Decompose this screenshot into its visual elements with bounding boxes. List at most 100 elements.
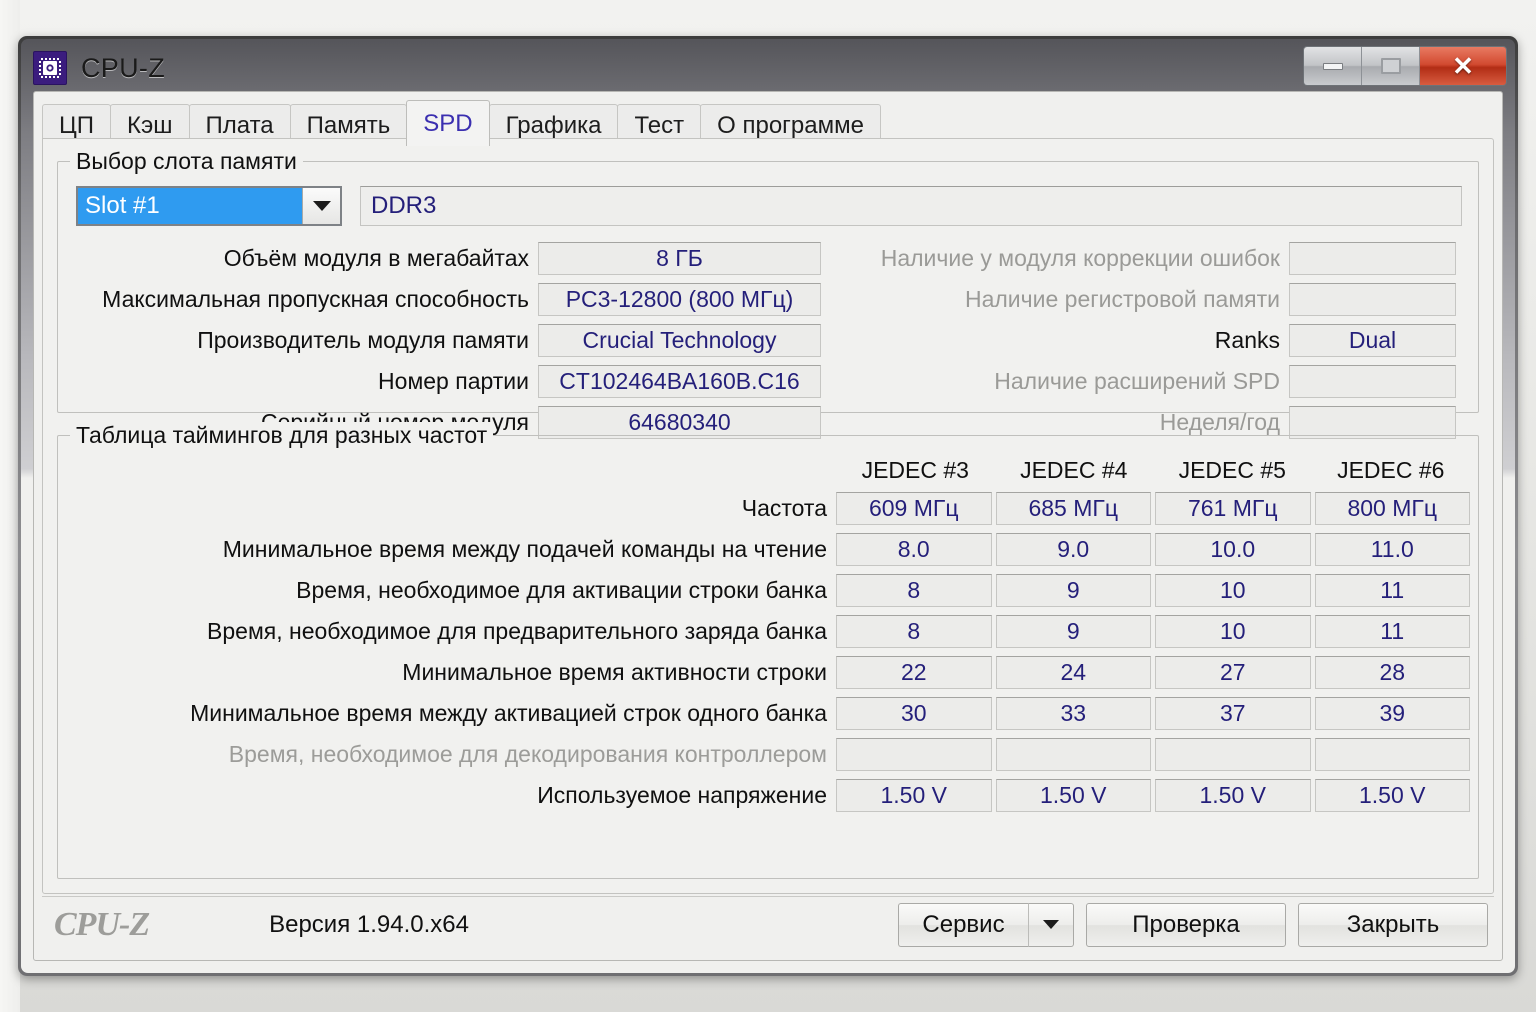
maximize-icon [1380,58,1401,74]
timings-cell-voltage-jedec5: 1.50 V [1155,779,1311,812]
col-header-jedec3: JEDEC #3 [861,456,969,483]
slot-select-value: Slot #1 [78,188,302,224]
timings-row-cas-latency-label: Минимальное время между подачей команды … [222,536,827,562]
timings-table: JEDEC #3 JEDEC #4 JEDEC #5 JEDEC #6 Част… [66,452,1470,870]
row-ecc: Наличие у модуля коррекции ошибок [834,242,1462,275]
row-registered: Наличие регистровой памяти [834,283,1462,316]
cpuz-window: CPU-Z ✕ ЦП Кэш Плата Память SPD Графика … [18,36,1518,976]
timings-row-voltage-label: Используемое напряжение [537,782,827,808]
timings-cell-rp-jedec3: 8 [836,615,992,648]
timings-cell-rc-jedec4: 33 [995,697,1151,730]
timings-row-rcd: Время, необходимое для активации строки … [66,570,1470,611]
cpuz-brand-logo: CPU-Z [54,905,150,943]
timings-cell-rc-jedec6: 39 [1314,697,1470,730]
window-title: CPU-Z [81,52,165,83]
timings-cell-rc-jedec3: 30 [836,697,992,730]
timings-cell-rp-jedec4: 9 [995,615,1151,648]
validate-button[interactable]: Проверка [1086,902,1286,947]
footer-button-group: Сервис Проверка Закрыть [898,902,1488,947]
timings-cell-cas-latency-jedec5: 10.0 [1155,533,1311,566]
timings-cell-cas-latency-jedec4: 9.0 [995,533,1151,566]
timings-row-voltage: Используемое напряжение 1.50 V 1.50 V 1.… [66,775,1470,816]
row-manufacturer-label: Производитель модуля памяти [197,327,529,353]
tools-dropdown-button[interactable] [1028,902,1074,947]
maximize-button[interactable] [1362,47,1420,85]
close-icon: ✕ [1452,51,1474,81]
timings-cell-voltage-jedec4: 1.50 V [995,779,1151,812]
row-part-number-value: CT102464BA160B.C16 [538,365,821,398]
row-registered-label: Наличие регистровой памяти [964,286,1280,312]
timings-cell-rp-jedec6: 11 [1314,615,1470,648]
window-controls: ✕ [1303,46,1507,86]
timings-row-rcd-label: Время, необходимое для активации строки … [296,577,827,603]
row-max-bandwidth-label: Максимальная пропускная способность [102,286,529,312]
memory-slot-group: Выбор слота памяти Slot #1 DDR3 Объём мо… [57,148,1479,439]
timings-table-group: Таблица таймингов для разных частот JEDE… [57,422,1479,879]
timings-cell-ras-jedec5: 27 [1155,656,1311,689]
row-manufacturer: Производитель модуля памяти Crucial Tech… [68,324,858,357]
timings-cell-cmd-rate-jedec6 [1314,738,1470,771]
timings-cell-cas-latency-jedec3: 8.0 [836,533,992,566]
row-week-year-label: Неделя/год [1159,409,1280,435]
row-registered-value [1289,283,1456,316]
col-header-jedec6: JEDEC #6 [1337,456,1445,483]
title-bar: CPU-Z ✕ [21,39,1515,97]
close-window-button[interactable]: Закрыть [1298,902,1488,947]
timings-cell-cas-latency-jedec6: 11.0 [1314,533,1470,566]
row-max-bandwidth: Максимальная пропускная способность PC3-… [68,283,858,316]
row-ecc-label: Наличие у модуля коррекции ошибок [880,245,1280,271]
version-label: Версия 1.94.0.x64 [269,910,469,938]
spd-tab-page: Выбор слота памяти Slot #1 DDR3 Объём мо… [42,138,1494,894]
timings-table-group-legend: Таблица таймингов для разных частот [70,422,494,449]
memory-slot-group-legend: Выбор слота памяти [70,148,303,175]
tools-button[interactable]: Сервис [898,902,1028,947]
cpu-chip-icon [33,51,67,85]
timings-table-header-row: JEDEC #3 JEDEC #4 JEDEC #5 JEDEC #6 [66,452,1470,488]
row-ecc-value [1289,242,1456,275]
timings-row-ras-label: Минимальное время активности строки [402,659,827,685]
timings-cell-rcd-jedec6: 11 [1314,574,1470,607]
timings-cell-rc-jedec5: 37 [1155,697,1311,730]
timings-cell-cmd-rate-jedec3 [836,738,992,771]
close-button[interactable]: ✕ [1420,47,1506,85]
col-header-jedec5: JEDEC #5 [1178,456,1286,483]
row-max-bandwidth-value: PC3-12800 (800 МГц) [538,283,821,316]
timings-cell-rcd-jedec4: 9 [995,574,1151,607]
timings-cell-frequency-jedec6: 800 МГц [1314,492,1470,525]
timings-row-cmd-rate-label: Время, необходимое для декодирования кон… [228,741,827,767]
row-spd-ext-label: Наличие расширений SPD [994,368,1280,394]
slot-select-dropdown[interactable]: Slot #1 [76,186,342,226]
footer-bar: CPU-Z Версия 1.94.0.x64 Сервис Проверка … [42,896,1494,952]
minimize-button[interactable] [1304,47,1362,85]
row-part-number: Номер партии CT102464BA160B.C16 [68,365,858,398]
timings-row-ras: Минимальное время активности строки 22 2… [66,652,1470,693]
timings-row-rc-label: Минимальное время между активацией строк… [190,700,827,726]
client-area: ЦП Кэш Плата Память SPD Графика Тест О п… [33,91,1503,961]
minimize-icon [1322,62,1343,70]
row-spd-ext-value [1289,365,1456,398]
tab-spd[interactable]: SPD [406,100,490,146]
timings-row-cmd-rate: Время, необходимое для декодирования кон… [66,734,1470,775]
timings-row-rp: Время, необходимое для предварительного … [66,611,1470,652]
timings-cell-rp-jedec5: 10 [1155,615,1311,648]
timings-cell-frequency-jedec4: 685 МГц [995,492,1151,525]
timings-cell-voltage-jedec6: 1.50 V [1314,779,1470,812]
timings-cell-ras-jedec4: 24 [995,656,1151,689]
timings-cell-frequency-jedec5: 761 МГц [1155,492,1311,525]
timings-row-cas-latency: Минимальное время между подачей команды … [66,529,1470,570]
row-module-size-label: Объём модуля в мегабайтах [223,245,529,271]
slot-select-arrow-box[interactable] [302,188,340,224]
row-spd-ext: Наличие расширений SPD [834,365,1462,398]
desktop-background-strip [0,0,20,1012]
row-module-size-value: 8 ГБ [538,242,821,275]
row-part-number-label: Номер партии [378,368,529,394]
timings-cell-cmd-rate-jedec4 [995,738,1151,771]
timings-row-rp-label: Время, необходимое для предварительного … [207,618,827,644]
row-manufacturer-value: Crucial Technology [538,324,821,357]
chevron-down-icon [312,201,331,211]
timings-cell-voltage-jedec3: 1.50 V [836,779,992,812]
memory-type-field: DDR3 [360,186,1462,226]
chevron-down-icon [1043,920,1059,929]
timings-cell-ras-jedec3: 22 [836,656,992,689]
tools-split-button[interactable]: Сервис [898,902,1074,947]
